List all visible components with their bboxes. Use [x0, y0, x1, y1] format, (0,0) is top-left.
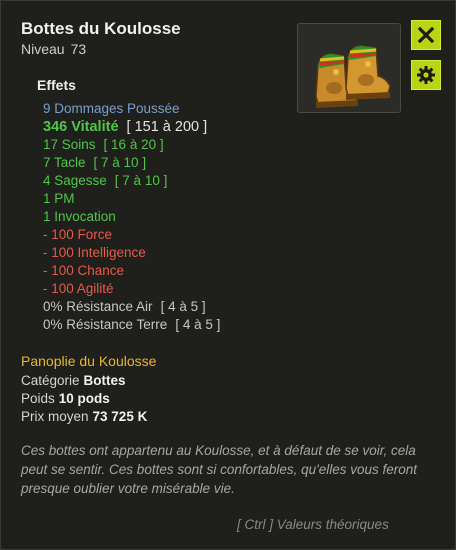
effect-line: - 100 Chance: [43, 263, 125, 278]
effect-line: - 100 Intelligence: [43, 245, 146, 260]
item-info: Catégorie Bottes Poids 10 pods Prix moyen 7…: [21, 372, 147, 426]
effect-line: - 100 Force: [43, 227, 113, 242]
effect-line: 9 Dommages Poussée: [43, 101, 180, 116]
weight-row: Poids 10 pods: [21, 391, 110, 406]
level-label: Niveau: [21, 41, 65, 57]
item-tooltip-panel: Bottes du Koulosse Niveau 73 Effets 9 Do…: [0, 0, 456, 550]
item-description: Ces bottes ont appartenu au Koulosse, et…: [21, 443, 418, 496]
effect-line: 4 Sagesse[ 7 à 10 ]: [43, 173, 168, 188]
close-button[interactable]: [411, 20, 441, 50]
effect-line: 346 Vitalité[ 151 à 200 ]: [43, 119, 208, 135]
effect-line: 1 Invocation: [43, 209, 116, 224]
settings-button[interactable]: [411, 60, 441, 90]
effects-list: 9 Dommages Poussée 346 Vitalité[ 151 à 2…: [43, 100, 220, 334]
effect-line: 17 Soins[ 16 à 20 ]: [43, 137, 164, 152]
effect-line: - 100 Agilité: [43, 281, 114, 296]
effect-line: 1 PM: [43, 191, 75, 206]
effect-line: 7 Tacle[ 7 à 10 ]: [43, 155, 147, 170]
gear-icon: [417, 66, 435, 84]
item-level: Niveau 73: [21, 41, 86, 57]
effects-title: Effets: [37, 77, 76, 93]
category-row: Catégorie Bottes: [21, 373, 126, 388]
price-row: Prix moyen 73 725 K: [21, 409, 148, 424]
theoretical-values-hint: [ Ctrl ] Valeurs théoriques: [237, 517, 389, 532]
close-icon: [417, 26, 435, 44]
boots-icon: [315, 45, 391, 108]
effect-line: 0% Résistance Terre[ 4 à 5 ]: [43, 317, 221, 332]
item-image-frame: [297, 23, 401, 113]
level-value: 73: [70, 41, 87, 57]
item-name: Bottes du Koulosse: [21, 19, 181, 38]
set-name-link[interactable]: Panoplie du Koulosse: [21, 353, 156, 369]
effect-line: 0% Résistance Air[ 4 à 5 ]: [43, 299, 206, 314]
